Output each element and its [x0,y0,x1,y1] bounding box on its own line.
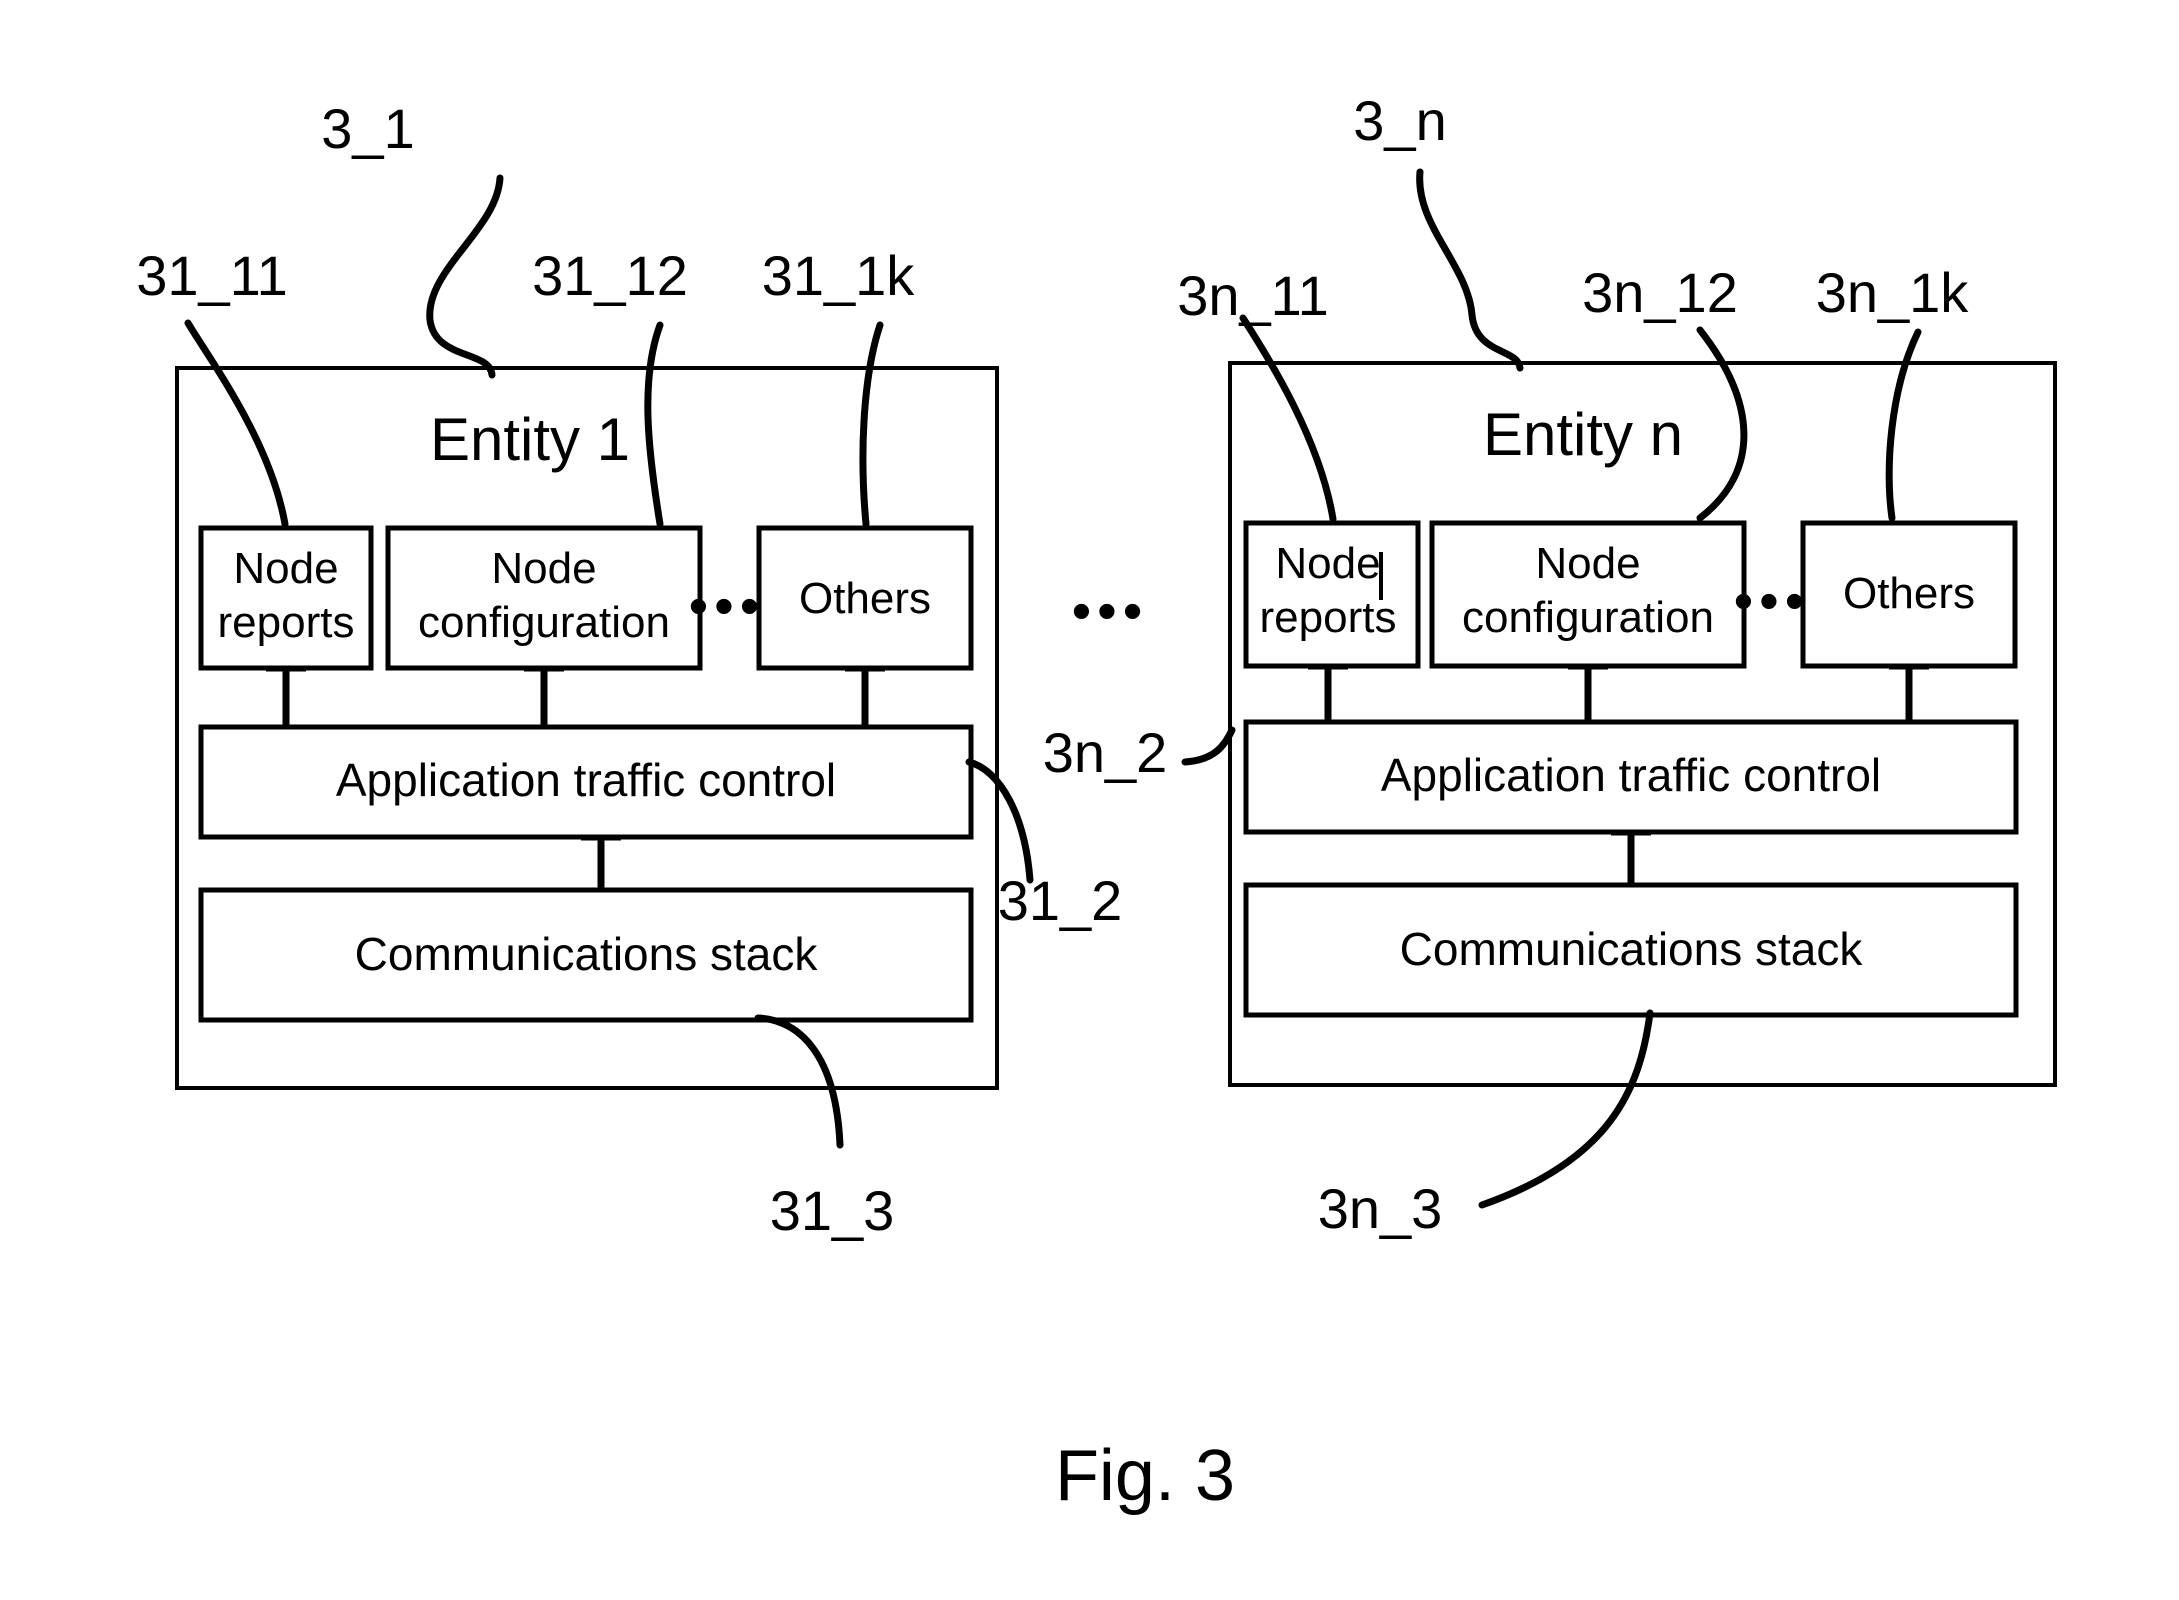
entity-n-module-node-reports-label-line2: reports [1260,593,1397,642]
entity-1-ref-leader-3_1 [426,174,504,379]
entity-n-ref-leader-3n_3 [1478,1009,1654,1209]
entity-1-ref-label-31_2: 31_2 [998,869,1123,932]
entity-n-ref-leader-3n_2 [1181,726,1236,766]
entity-n-ref-label-3_n: 3_n [1353,89,1446,152]
figure-caption: Fig. 3 [1055,1436,1235,1516]
entity-n-ref-label-3n_11: 3n_11 [1177,264,1329,327]
entity-1-application-traffic-control-label: Application traffic control [336,754,836,806]
entity-1-ref-leader-31_11 [184,319,289,528]
entity-n-ref-label-3n_2: 3n_2 [1043,721,1168,784]
entity-1-connector-node-configuration [524,666,564,730]
entity-1-ref-label-31_3: 31_3 [770,1179,895,1242]
entity-n-communications-stack-label: Communications stack [1400,923,1864,975]
entity-n-module-others-label: Others [1843,569,1975,618]
entity-1-ref-leader-31_3 [754,1014,844,1149]
entity-n-ref-label-3n_1k: 3n_1k [1816,261,1970,324]
entity-n-ref-leader-3n_1k [1885,328,1922,522]
entity-n-ref-leader-3n_12 [1696,326,1748,522]
entity-n-module-node-reports-label-line1: Node [1275,539,1380,588]
entity-n-group: Entity n Node reports Node configuration… [1043,89,2057,1240]
entity-n-ref-label-3n_12: 3n_12 [1582,261,1738,324]
entity-1-ref-label-31_11: 31_11 [136,244,288,307]
entity-1-ref-label-3_1: 3_1 [321,97,414,160]
entity-1-ref-leader-31_12 [644,321,664,528]
entity-n-ref-label-3n_3: 3n_3 [1318,1177,1443,1240]
entity-1-module-node-reports-label-line1: Node [233,544,338,593]
entity-n-module-node-configuration-label-line1: Node [1535,539,1640,588]
entity-1-ref-leader-31_1k [859,321,884,528]
patent-figure-3: Entity 1 Node reports Node configuration… [0,0,2179,1600]
entity-1-module-ellipsis: ••• [689,574,766,637]
entity-1-connector-node-reports [266,666,306,730]
entity-n-module-node-configuration-label-line2: configuration [1462,593,1714,642]
entity-1-connector-stack [581,835,621,894]
entity-n-connector-node-reports [1308,664,1348,725]
figure-canvas: Entity 1 Node reports Node configuration… [136,89,2057,1516]
entity-1-title: Entity 1 [430,406,630,473]
entity-1-ref-leader-31_2 [965,758,1034,884]
entity-1-ref-label-31_1k: 31_1k [762,244,916,307]
entity-1-connector-others [845,666,885,730]
between-entities-ellipsis: ••• [1072,579,1149,642]
entity-1-module-node-configuration-label-line2: configuration [418,598,670,647]
entity-n-title: Entity n [1483,401,1683,468]
entity-n-ref-leader-3_n [1416,168,1524,372]
entity-1-module-node-reports-label-line2: reports [218,598,355,647]
entity-1-module-others-label: Others [799,574,931,623]
entity-1-ref-label-31_12: 31_12 [532,244,688,307]
entity-n-connector-node-configuration [1568,664,1608,725]
entity-n-application-traffic-control-label: Application traffic control [1381,749,1881,801]
entity-n-connector-stack [1611,830,1651,889]
entity-n-connector-others [1889,664,1929,725]
entity-n-ref-leader-3n_11 [1239,314,1337,523]
entity-1-group: Entity 1 Node reports Node configuration… [136,97,1122,1242]
entity-1-communications-stack-label: Communications stack [355,928,819,980]
entity-1-module-node-configuration-label-line1: Node [491,544,596,593]
entity-n-module-ellipsis: ••• [1734,569,1811,632]
